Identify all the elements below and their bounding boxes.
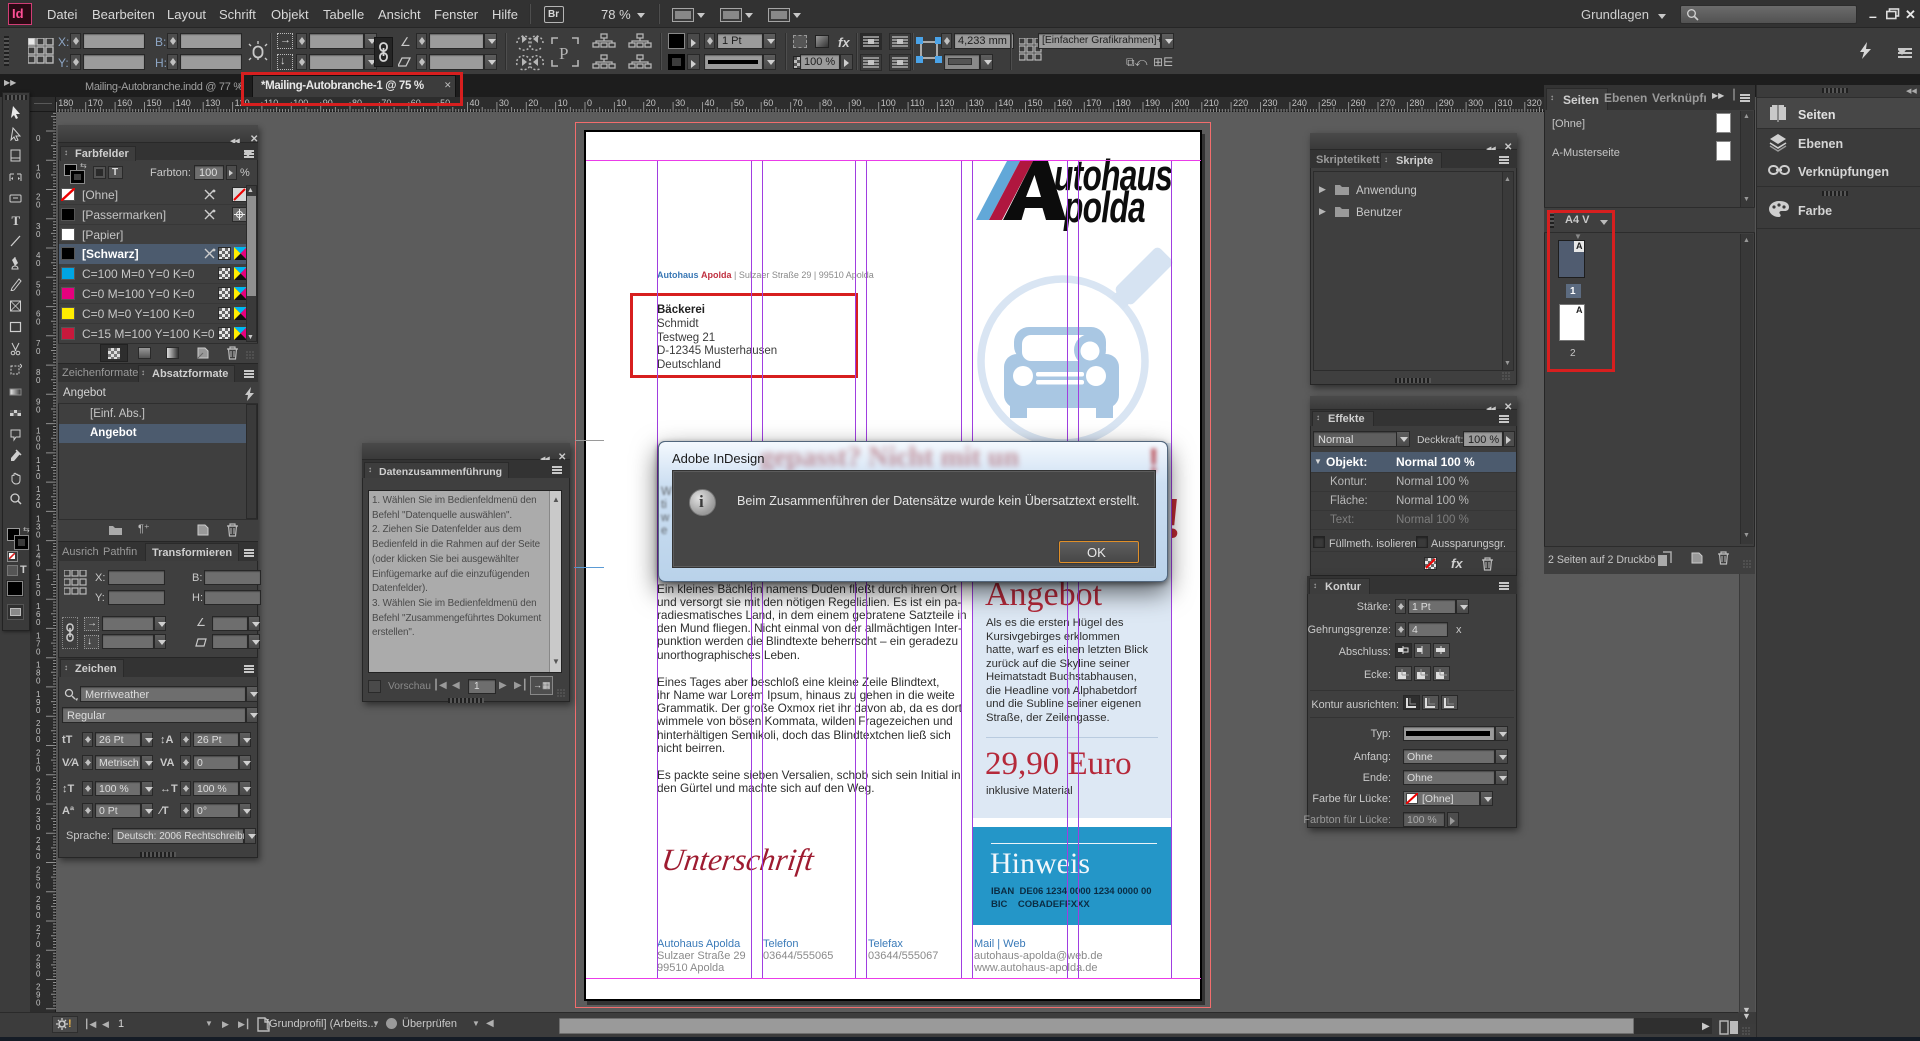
svg-text:280: 280 [1409, 98, 1424, 108]
svg-text:0: 0 [36, 589, 41, 598]
svg-text:T: T [12, 213, 21, 227]
svg-text:0: 0 [36, 706, 41, 715]
svg-text:0: 0 [36, 288, 41, 297]
svg-text:0: 0 [36, 472, 41, 481]
svg-text:0: 0 [36, 677, 41, 686]
svg-text:0: 0 [36, 969, 41, 978]
svg-text:300: 300 [1468, 98, 1483, 108]
svg-text:160: 160 [117, 98, 132, 108]
svg-text:30: 30 [675, 98, 685, 108]
svg-text:20: 20 [646, 98, 656, 108]
svg-text:290: 290 [1439, 98, 1454, 108]
svg-text:0: 0 [36, 940, 41, 949]
svg-text:170: 170 [1086, 98, 1101, 108]
svg-text:100: 100 [881, 98, 896, 108]
svg-text:190: 190 [1145, 98, 1160, 108]
svg-text:0: 0 [36, 765, 41, 774]
svg-text:0: 0 [36, 794, 41, 803]
svg-text:0: 0 [36, 501, 41, 510]
svg-text:230: 230 [1263, 98, 1278, 108]
svg-text:250: 250 [1321, 98, 1336, 108]
svg-text:0: 0 [36, 852, 41, 861]
svg-text:20: 20 [528, 98, 538, 108]
svg-text:0: 0 [36, 618, 41, 627]
svg-text:0: 0 [36, 347, 41, 356]
svg-text:30: 30 [499, 98, 509, 108]
svg-text:0: 0 [36, 823, 41, 832]
svg-text:P: P [559, 44, 568, 63]
svg-text:120: 120 [939, 98, 954, 108]
svg-text:270: 270 [1380, 98, 1395, 108]
svg-text:0: 0 [36, 201, 41, 210]
svg-text:140: 140 [998, 98, 1013, 108]
svg-text:170: 170 [88, 98, 103, 108]
svg-text:0: 0 [36, 171, 41, 180]
svg-text:70: 70 [793, 98, 803, 108]
svg-text:220: 220 [1233, 98, 1248, 108]
svg-text:0: 0 [36, 318, 41, 327]
svg-text:200: 200 [1174, 98, 1189, 108]
svg-text:150: 150 [147, 98, 162, 108]
svg-text:320: 320 [1527, 98, 1542, 108]
svg-text:130: 130 [969, 98, 984, 108]
svg-text:10: 10 [558, 98, 568, 108]
svg-text:0: 0 [36, 647, 41, 656]
svg-text:0: 0 [36, 560, 41, 569]
svg-text:160: 160 [1057, 98, 1072, 108]
svg-text:0: 0 [36, 999, 41, 1008]
svg-text:0: 0 [36, 911, 41, 920]
svg-text:40: 40 [470, 98, 480, 108]
svg-text:40: 40 [705, 98, 715, 108]
svg-text:0: 0 [36, 134, 41, 143]
svg-text:0: 0 [36, 376, 41, 385]
svg-text:0: 0 [36, 443, 41, 452]
svg-text:0: 0 [36, 882, 41, 891]
svg-text:0: 0 [36, 735, 41, 744]
svg-text:180: 180 [1116, 98, 1131, 108]
svg-text:140: 140 [176, 98, 191, 108]
svg-text:310: 310 [1498, 98, 1513, 108]
svg-text:240: 240 [1292, 98, 1307, 108]
svg-text:0: 0 [36, 405, 41, 414]
svg-text:90: 90 [851, 98, 861, 108]
svg-text:10: 10 [616, 98, 626, 108]
svg-text:80: 80 [822, 98, 832, 108]
svg-text:150: 150 [1028, 98, 1043, 108]
svg-text:0: 0 [36, 259, 41, 268]
svg-text:260: 260 [1351, 98, 1366, 108]
svg-text:0: 0 [36, 530, 41, 539]
svg-text:130: 130 [205, 98, 220, 108]
svg-text:60: 60 [763, 98, 773, 108]
svg-text:0: 0 [36, 230, 41, 239]
svg-text:210: 210 [1204, 98, 1219, 108]
svg-text:50: 50 [734, 98, 744, 108]
svg-text:180: 180 [58, 98, 73, 108]
svg-text:110: 110 [910, 98, 924, 108]
svg-text:0: 0 [587, 98, 592, 108]
